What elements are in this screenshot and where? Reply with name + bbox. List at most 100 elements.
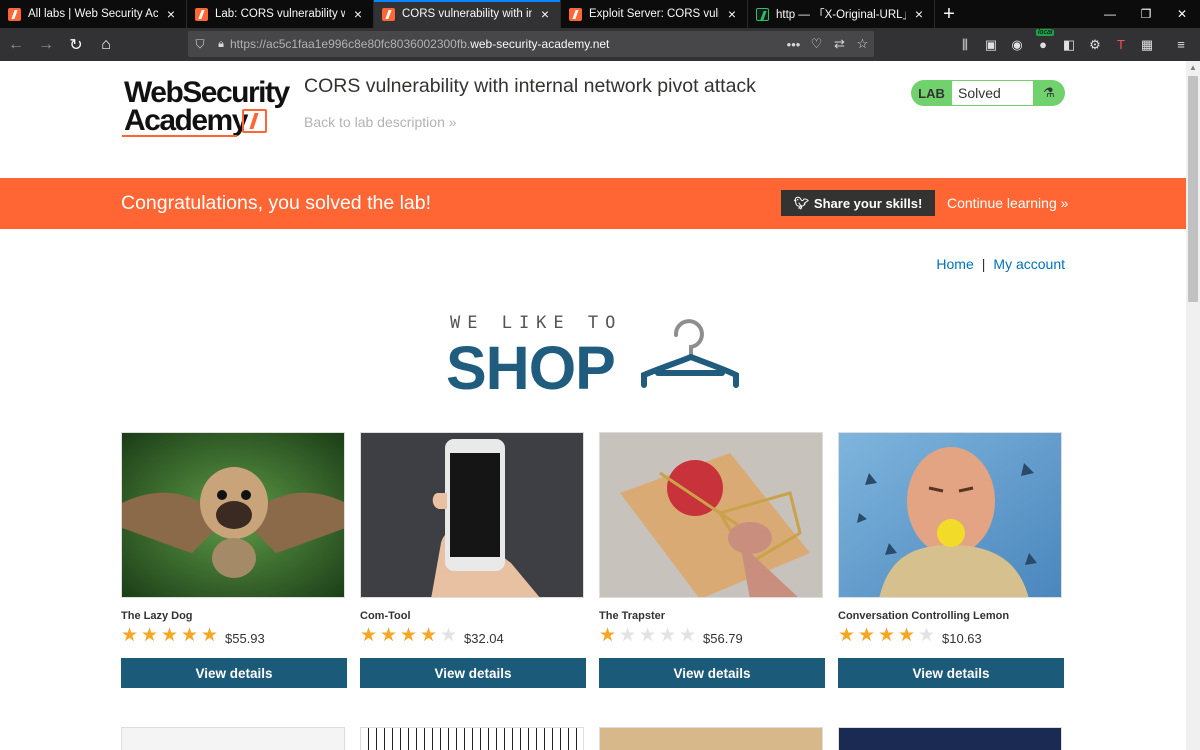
star-filled-icon: ★ xyxy=(121,625,139,646)
window-controls: — ❐ ✕ xyxy=(1092,0,1200,28)
congratulations-message: Congratulations, you solved the lab! xyxy=(121,192,432,214)
url-text[interactable]: https://ac5c1faa1e996c8e80fc8036002300fb… xyxy=(230,37,782,51)
browser-tab[interactable]: All labs | Web Security Academy × xyxy=(0,0,187,28)
close-icon[interactable]: × xyxy=(912,6,926,22)
tab-title: All labs | Web Security Academy xyxy=(28,8,158,20)
solved-banner: Congratulations, you solved the lab! 🐦︎ … xyxy=(0,178,1186,229)
translate-icon[interactable]: ⇄ xyxy=(828,36,851,52)
extension-t-icon[interactable]: T xyxy=(1108,37,1134,52)
home-icon[interactable]: ⌂ xyxy=(92,31,120,59)
double-chevron-icon: » xyxy=(1060,195,1069,211)
product-image xyxy=(599,727,823,750)
tab-title: Exploit Server: CORS vulnerability with … xyxy=(589,8,719,20)
star-filled-icon: ★ xyxy=(599,625,617,646)
hero-word: SHOP xyxy=(446,334,616,402)
lightning-icon xyxy=(242,109,267,133)
lab-title: CORS vulnerability with internal network… xyxy=(304,75,756,97)
browser-tab[interactable]: Lab: CORS vulnerability with internal ne… xyxy=(187,0,374,28)
bookmark-star-icon[interactable]: ☆ xyxy=(851,36,874,52)
share-skills-button[interactable]: 🐦︎ Share your skills! xyxy=(781,190,935,216)
star-rating: ★ ★ ★ ★ ★ xyxy=(121,625,221,646)
burp-icon xyxy=(8,7,21,21)
view-details-button[interactable]: View details xyxy=(838,658,1064,688)
extension-fox-icon[interactable]: ● local xyxy=(1030,29,1056,52)
star-rating: ★ ★ ★ ★ ★ xyxy=(838,625,938,646)
reload-icon[interactable]: ↻ xyxy=(62,31,90,59)
top-navigation: Home | My account xyxy=(936,256,1065,272)
product-price: $32.04 xyxy=(464,631,504,646)
library-icon[interactable]: ⫼ xyxy=(952,37,978,53)
close-icon[interactable]: × xyxy=(725,6,739,22)
tab-title: CORS vulnerability with internal network… xyxy=(402,8,532,20)
page-actions-icon[interactable]: ••• xyxy=(782,37,805,52)
address-bar[interactable]: ⛉ 🔒︎ https://ac5c1faa1e996c8e80fc8036002… xyxy=(188,31,874,57)
close-window-icon[interactable]: ✕ xyxy=(1164,0,1200,28)
product-name: Com-Tool xyxy=(360,610,411,622)
tab-title: Lab: CORS vulnerability with internal ne… xyxy=(215,8,345,20)
back-arrow-icon[interactable]: ← xyxy=(2,31,30,59)
product-card: Com-Tool ★ ★ ★ ★ ★ $32.04 View details xyxy=(360,432,586,692)
extension-tools-icon[interactable]: ⚙ xyxy=(1082,37,1108,53)
back-to-lab-description-link[interactable]: Back to lab description » xyxy=(304,114,457,130)
home-link[interactable]: Home xyxy=(936,256,973,272)
star-filled-icon: ★ xyxy=(181,625,199,646)
my-account-link[interactable]: My account xyxy=(993,256,1065,272)
star-rating: ★ ★ ★ ★ ★ xyxy=(599,625,699,646)
minimize-icon[interactable]: — xyxy=(1092,0,1128,28)
product-image xyxy=(360,727,584,750)
menu-icon[interactable]: ≡ xyxy=(1168,37,1194,52)
browser-tab[interactable]: http — 「X-Original-URL」および × xyxy=(748,0,935,28)
view-details-button[interactable]: View details xyxy=(360,658,586,688)
account-icon[interactable]: ◉ xyxy=(1004,37,1030,53)
close-icon[interactable]: × xyxy=(351,6,365,22)
shop-hero-banner: WE LIKE TO SHOP xyxy=(446,309,746,402)
product-image xyxy=(121,727,345,750)
view-details-button[interactable]: View details xyxy=(121,658,347,688)
flying-pug-image xyxy=(121,432,345,598)
pocket-icon[interactable]: ♡ xyxy=(805,36,828,52)
close-icon[interactable]: × xyxy=(164,6,178,22)
forward-arrow-icon[interactable]: → xyxy=(32,31,60,59)
sidebar-icon[interactable]: ▣ xyxy=(978,37,1004,53)
star-filled-icon: ★ xyxy=(201,625,219,646)
continue-learning-link[interactable]: Continue learning » xyxy=(947,195,1068,211)
lab-label: LAB xyxy=(918,85,945,101)
star-filled-icon: ★ xyxy=(838,625,856,646)
star-empty-icon: ★ xyxy=(679,625,697,646)
double-chevron-icon: » xyxy=(448,114,457,130)
web-security-academy-logo[interactable]: WebSecurity Academy xyxy=(122,77,292,141)
browser-tab-bar: All labs | Web Security Academy × Lab: C… xyxy=(0,0,1200,28)
scroll-up-arrow-icon[interactable]: ▲ xyxy=(1186,61,1200,75)
star-empty-icon: ★ xyxy=(619,625,637,646)
lock-icon[interactable]: 🔒︎ xyxy=(212,38,230,51)
close-icon[interactable]: × xyxy=(538,6,552,22)
hero-tagline: WE LIKE TO xyxy=(450,313,623,333)
restore-icon[interactable]: ❐ xyxy=(1128,0,1164,28)
product-price: $55.93 xyxy=(225,631,265,646)
scrollbar-thumb[interactable] xyxy=(1188,76,1198,302)
hackerone-icon xyxy=(756,7,769,21)
product-card: Conversation Controlling Lemon ★ ★ ★ ★ ★ $10… xyxy=(838,432,1064,692)
tracking-shield-icon[interactable]: ⛉ xyxy=(188,37,212,52)
product-card: The Lazy Dog ★ ★ ★ ★ ★ $55.93 View details xyxy=(121,432,347,692)
star-filled-icon: ★ xyxy=(858,625,876,646)
browser-navigation-bar: ← → ↻ ⌂ ⛉ 🔒︎ https://ac5c1faa1e996c8e80f… xyxy=(0,28,1200,61)
product-price: $56.79 xyxy=(703,631,743,646)
browser-tab-active[interactable]: CORS vulnerability with internal network… xyxy=(374,0,561,28)
page-scrollbar[interactable]: ▲ xyxy=(1186,61,1200,750)
extensions-grid-icon[interactable]: ▦ xyxy=(1134,37,1160,53)
clothes-hanger-icon xyxy=(641,319,739,388)
browser-tab[interactable]: Exploit Server: CORS vulnerability with … xyxy=(561,0,748,28)
product-name: Conversation Controlling Lemon xyxy=(838,610,1010,622)
star-filled-icon: ★ xyxy=(161,625,179,646)
star-filled-icon: ★ xyxy=(878,625,896,646)
new-tab-icon[interactable]: + xyxy=(935,0,963,28)
star-empty-icon: ★ xyxy=(659,625,677,646)
star-empty-icon: ★ xyxy=(639,625,657,646)
lemon-mouth-image xyxy=(838,432,1062,598)
mousetrap-image xyxy=(599,432,823,598)
view-details-button[interactable]: View details xyxy=(599,658,825,688)
star-filled-icon: ★ xyxy=(141,625,159,646)
flask-icon: ⚗ xyxy=(1043,85,1055,100)
extension-translate-icon[interactable]: ◧ xyxy=(1056,37,1082,53)
